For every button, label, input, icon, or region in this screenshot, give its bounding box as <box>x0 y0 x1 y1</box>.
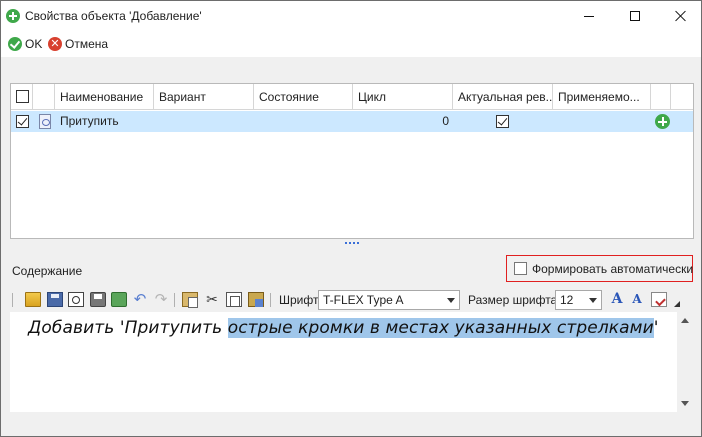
toolbar-grip <box>12 293 13 307</box>
copy-icon[interactable] <box>226 292 242 307</box>
cancel-button[interactable]: ✕ Отмена <box>48 35 108 53</box>
title-bar: Свойства объекта 'Добавление' <box>1 1 701 31</box>
check-circle-icon <box>8 37 22 51</box>
row-state <box>254 111 353 132</box>
increase-font-icon[interactable]: A <box>609 292 625 307</box>
spellcheck-icon[interactable] <box>651 292 667 307</box>
row-variant <box>154 111 254 132</box>
font-size-label: Размер шрифта <box>468 293 558 307</box>
close-button[interactable] <box>658 1 702 31</box>
splitter-dot <box>349 242 351 244</box>
redo-icon[interactable]: ↷ <box>153 292 169 307</box>
cancel-circle-icon: ✕ <box>48 37 62 51</box>
cancel-label: Отмена <box>65 37 109 51</box>
splitter-dot <box>357 242 359 244</box>
open-folder-icon[interactable] <box>25 292 41 307</box>
save-icon[interactable] <box>47 292 63 307</box>
column-header-extra <box>651 84 671 110</box>
toolbar-separator <box>270 293 271 307</box>
row-actual-revision-checkbox[interactable] <box>496 115 509 128</box>
column-header-actual-revision[interactable]: Актуальная рев... <box>453 84 553 110</box>
objects-grid: Наименование Вариант Состояние Цикл Акту… <box>10 83 694 239</box>
font-select-value: T-FLEX Type A <box>323 293 404 307</box>
print-preview-icon[interactable] <box>68 292 84 307</box>
ok-label: OK <box>25 37 43 51</box>
scroll-up-icon[interactable] <box>681 318 689 323</box>
action-bar: OK ✕ Отмена <box>1 31 701 57</box>
grid-header: Наименование Вариант Состояние Цикл Акту… <box>11 84 693 110</box>
select-all-checkbox[interactable] <box>16 90 29 103</box>
paste-special-icon[interactable] <box>248 292 264 307</box>
auto-generate-checkbox[interactable] <box>514 262 527 275</box>
editor-text-plain: Добавить 'Притупить <box>28 318 228 338</box>
editor-text-after: ' <box>653 318 659 338</box>
row-checkbox[interactable] <box>16 115 29 128</box>
row-applied <box>553 111 651 132</box>
decrease-font-icon[interactable]: A <box>629 292 645 307</box>
paste-icon[interactable] <box>182 292 198 308</box>
auto-generate-label[interactable]: Формировать автоматически <box>532 262 693 276</box>
editor-toolbar: ↶ ↷ ✂ Шрифт T-FLEX Type A Размер шрифта … <box>10 289 694 311</box>
undo-icon[interactable]: ↶ <box>132 292 148 307</box>
header-icon-cell <box>33 84 55 110</box>
print-icon[interactable] <box>90 292 106 307</box>
chevron-down-icon <box>589 298 597 303</box>
operation-icon <box>39 114 51 129</box>
row-cycle: 0 <box>442 114 449 128</box>
splitter-dot <box>345 242 347 244</box>
minimize-button[interactable] <box>566 1 612 31</box>
add-row-icon[interactable] <box>655 114 670 129</box>
editor-text-selected: острые кромки в местах указанных стрелка… <box>227 318 654 338</box>
column-header-variant[interactable]: Вариант <box>154 84 254 110</box>
panel-splitter[interactable] <box>345 242 359 245</box>
header-select-all-cell <box>11 84 33 110</box>
table-row[interactable]: Притупить 0 <box>11 111 693 132</box>
font-select[interactable]: T-FLEX Type A <box>318 290 460 310</box>
scroll-down-icon[interactable] <box>681 401 689 406</box>
editor-vertical-scrollbar[interactable] <box>677 312 694 412</box>
font-label: Шрифт <box>279 293 319 307</box>
minimize-icon <box>584 16 594 17</box>
editor-horizontal-scrollbar[interactable] <box>10 412 694 429</box>
add-object-icon <box>6 9 20 23</box>
font-size-select[interactable]: 12 <box>555 290 602 310</box>
editor-text[interactable]: Добавить 'Притупить острые кромки в мест… <box>28 318 659 338</box>
column-header-name[interactable]: Наименование <box>55 84 154 110</box>
row-name: Притупить <box>60 114 119 128</box>
maximize-button[interactable] <box>612 1 658 31</box>
auto-generate-highlight: Формировать автоматически <box>506 255 693 282</box>
ok-button[interactable]: OK <box>8 35 42 53</box>
toolbar-overflow-icon[interactable] <box>674 301 680 307</box>
column-header-cycle[interactable]: Цикл <box>353 84 453 110</box>
column-header-state[interactable]: Состояние <box>254 84 353 110</box>
content-editor[interactable]: Добавить 'Притупить острые кромки в мест… <box>10 312 694 412</box>
font-size-value: 12 <box>560 293 574 307</box>
toolbar-separator <box>174 293 175 307</box>
chevron-down-icon <box>447 298 455 303</box>
content-label: Содержание <box>12 264 83 278</box>
web-preview-icon[interactable] <box>111 292 127 307</box>
splitter-dot <box>353 242 355 244</box>
properties-dialog: Свойства объекта 'Добавление' OK ✕ Отмен… <box>0 0 702 437</box>
window-title: Свойства объекта 'Добавление' <box>25 9 202 23</box>
column-header-applied[interactable]: Применяемо... <box>553 84 651 110</box>
cut-icon[interactable]: ✂ <box>204 292 220 307</box>
maximize-icon <box>630 11 640 21</box>
